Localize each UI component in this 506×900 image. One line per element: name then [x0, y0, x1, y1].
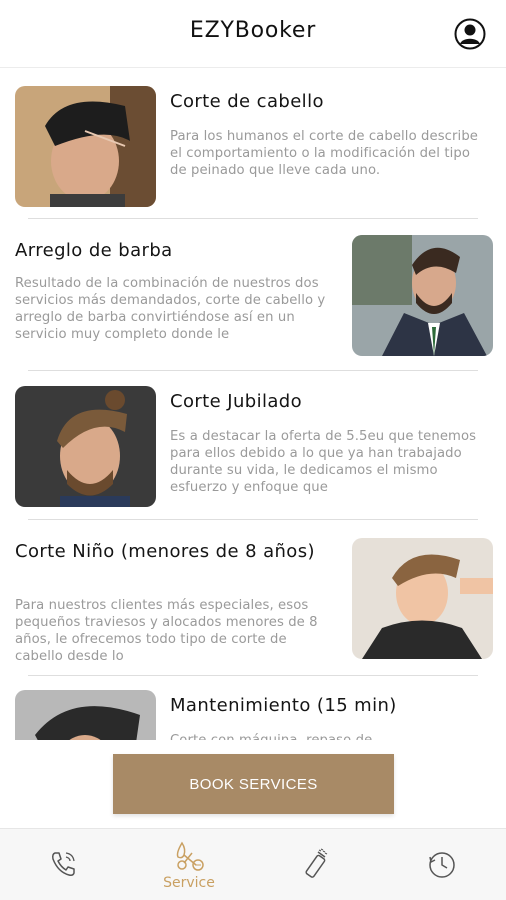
haircut-photo	[15, 86, 156, 207]
divider	[28, 519, 478, 520]
service-title: Corte Niño (menores de 8 años)	[15, 541, 315, 562]
clock-history-icon	[429, 852, 455, 878]
scissors-service-icon	[176, 841, 204, 871]
tab-phone[interactable]	[0, 829, 126, 900]
app-screen: EZYBooker Corte de cabello Para los huma…	[0, 0, 506, 900]
service-title: Mantenimiento (15 min)	[170, 695, 397, 716]
hair-trimmer-icon	[305, 848, 328, 878]
service-description: Para nuestros clientes más especiales, e…	[15, 598, 318, 664]
divider	[28, 370, 478, 371]
service-description: Es a destacar la oferta de 5.5eu que ten…	[170, 429, 477, 495]
service-title: Corte de cabello	[170, 91, 324, 112]
service-title: Arreglo de barba	[15, 240, 173, 261]
app-title: EZYBooker	[189, 18, 317, 43]
book-services-button[interactable]: BOOK SERVICES	[113, 754, 394, 814]
user-circle-icon[interactable]	[454, 18, 486, 50]
service-description: Para los humanos el corte de cabello des…	[170, 129, 479, 178]
service-item[interactable]: Corte Jubilado Es a destacar la oferta d…	[0, 386, 506, 526]
service-item[interactable]: Corte de cabello Para los humanos el cor…	[0, 86, 506, 226]
service-item[interactable]: Arreglo de barba Resultado de la combina…	[0, 235, 506, 375]
phone-icon	[52, 852, 75, 876]
kids-haircut-photo	[352, 538, 493, 659]
tab-label: Service	[163, 875, 215, 891]
app-header: EZYBooker	[0, 0, 506, 68]
divider	[28, 675, 478, 676]
service-title: Corte Jubilado	[170, 391, 303, 412]
maintenance-photo	[15, 690, 156, 740]
tab-service[interactable]: Service	[126, 829, 252, 900]
beard-photo	[352, 235, 493, 356]
tab-trimmer[interactable]	[252, 829, 378, 900]
bottom-nav: Service	[0, 828, 506, 900]
services-list: Corte de cabello Para los humanos el cor…	[0, 68, 506, 740]
retiree-haircut-photo	[15, 386, 156, 507]
divider	[28, 218, 478, 219]
service-item[interactable]: Corte Niño (menores de 8 años) Para nues…	[0, 538, 506, 678]
tab-history[interactable]	[378, 829, 504, 900]
service-description: Corte con máquina, repaso de	[170, 732, 488, 740]
service-description: Resultado de la combinación de nuestros …	[15, 276, 326, 342]
service-item[interactable]: Mantenimiento (15 min) Corte con máquina…	[0, 690, 506, 740]
